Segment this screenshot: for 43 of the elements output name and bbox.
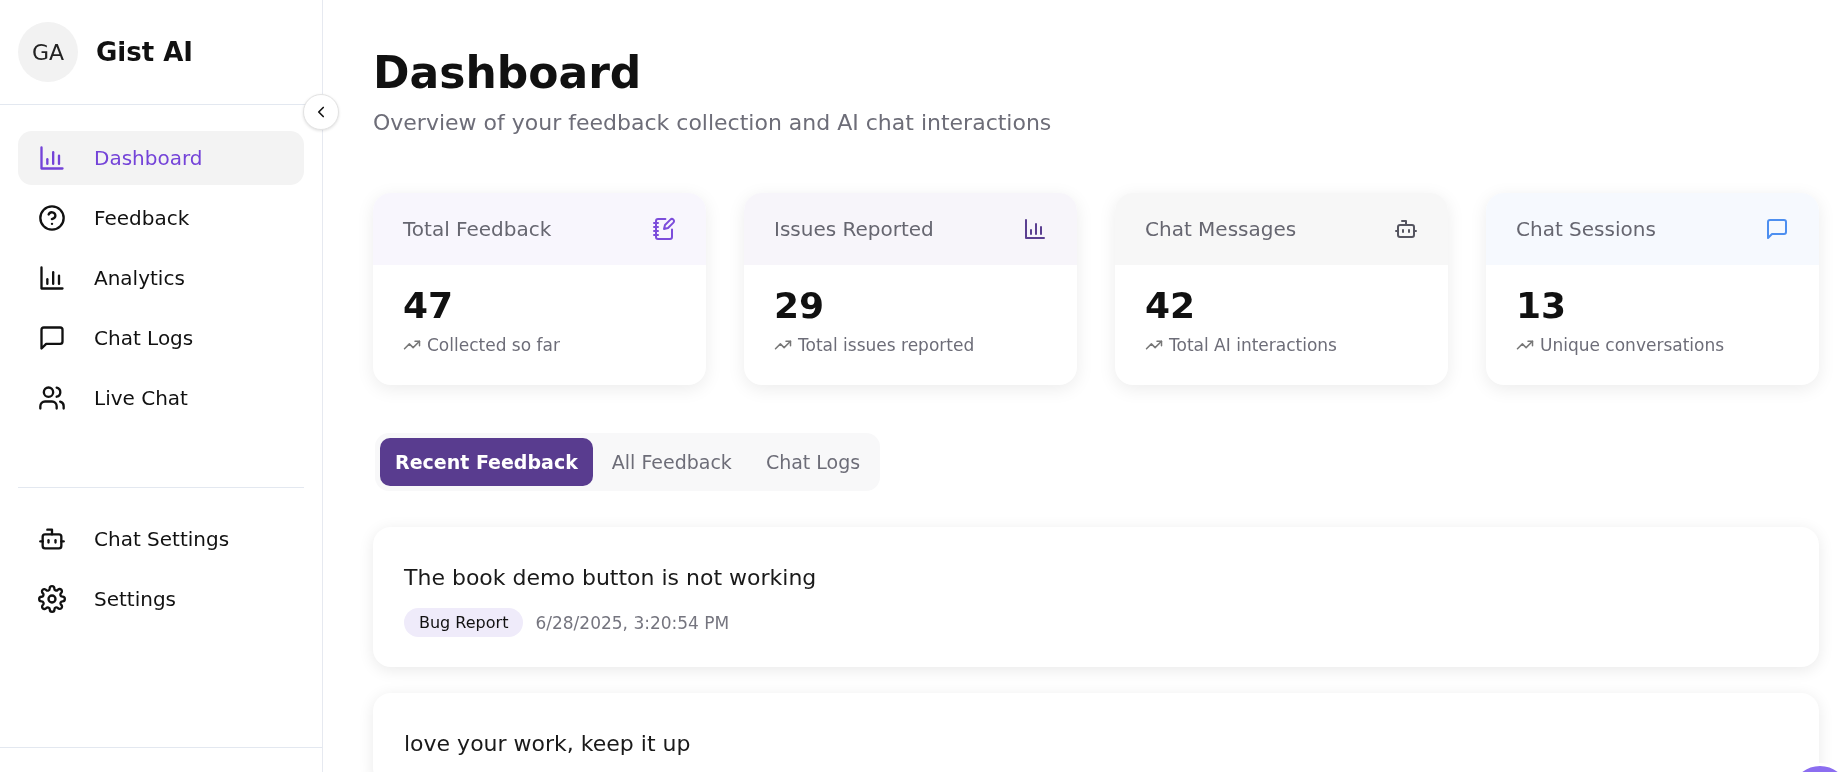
stat-caption: Total AI interactions xyxy=(1169,335,1337,355)
app-name: Gist AI xyxy=(96,37,193,67)
nav-item[interactable]: Settings xyxy=(18,572,304,626)
question-circle-icon xyxy=(38,204,66,232)
tab[interactable]: Chat Logs xyxy=(750,438,876,486)
settings-icon xyxy=(38,585,66,613)
avatar: GA xyxy=(18,22,78,82)
nav-item[interactable]: Chat Logs xyxy=(18,311,304,365)
stat-value: 13 xyxy=(1516,284,1568,328)
nav-item[interactable]: Analytics xyxy=(18,251,304,305)
speech-bubble-icon xyxy=(38,324,66,352)
nav-item[interactable]: Live Chat xyxy=(18,371,304,425)
stat-value: 42 xyxy=(1145,284,1197,328)
stat-label: Chat Messages xyxy=(1145,217,1297,241)
feedback-card[interactable]: The book demo button is not working Bug Report 6/28/2025, 3:20:54 PM xyxy=(373,527,1819,667)
robot-icon xyxy=(1394,217,1418,241)
stat-value: 29 xyxy=(774,284,826,328)
feedback-text: love your work, keep it up xyxy=(404,731,692,756)
stat-label: Total Feedback xyxy=(403,217,552,241)
nav-item[interactable]: Dashboard xyxy=(18,131,304,185)
feedback-text: The book demo button is not working xyxy=(404,565,818,590)
nav-item[interactable]: Feedback xyxy=(18,191,304,245)
tab[interactable]: Recent Feedback xyxy=(380,438,593,486)
timestamp: 6/28/2025, 3:20:54 PM xyxy=(535,612,730,633)
bar-chart-icon xyxy=(38,264,66,292)
stat-caption: Collected so far xyxy=(427,335,560,355)
stat-caption: Total issues reported xyxy=(798,335,975,355)
users-icon xyxy=(38,384,66,412)
stat-label: Issues Reported xyxy=(774,217,934,241)
stat-label: Chat Sessions xyxy=(1516,217,1656,241)
stat-value: 47 xyxy=(403,284,455,328)
page-subtitle: Overview of your feedback collection and AI chat interactions xyxy=(373,110,1053,135)
notebook-pen-icon xyxy=(652,217,676,241)
bar-chart-icon xyxy=(38,144,66,172)
tab[interactable]: All Feedback xyxy=(596,438,747,486)
stat-caption: Unique conversations xyxy=(1540,335,1725,355)
feedback-card[interactable]: love your work, keep it up xyxy=(373,693,1819,772)
nav-item[interactable]: Chat Settings xyxy=(18,512,304,566)
bar-chart-icon xyxy=(1023,217,1047,241)
category-tag: Bug Report xyxy=(404,608,524,637)
speech-bubble-icon xyxy=(1765,217,1789,241)
collapse-button[interactable] xyxy=(303,94,339,130)
page-title: Dashboard xyxy=(373,46,643,100)
